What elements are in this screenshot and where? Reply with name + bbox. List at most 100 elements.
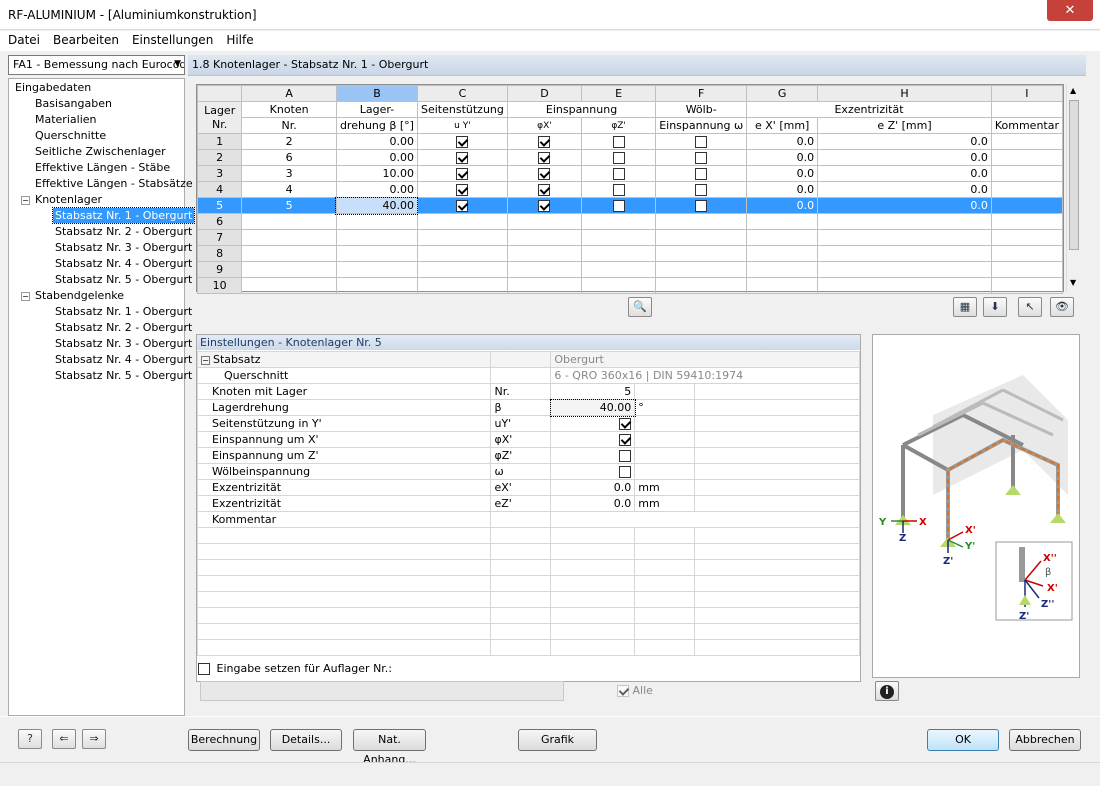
case-select[interactable]: FA1 - Bemessung nach Eurocod ▼ — [8, 55, 185, 75]
drehung-cell[interactable]: 0.00 — [335, 149, 418, 166]
collapse-icon[interactable]: − — [21, 196, 30, 205]
check-cell-c[interactable] — [416, 181, 508, 198]
tree-item-gelenke-5[interactable]: Stabsatz Nr. 5 - Obergurt — [55, 368, 192, 383]
tree-item-basisangaben[interactable]: Basisangaben — [35, 96, 112, 111]
checkbox[interactable] — [695, 200, 708, 212]
help-icon[interactable]: ? — [18, 729, 42, 749]
row-number[interactable]: 3 — [196, 165, 243, 182]
tree-item-zwischenlager[interactable]: Seitliche Zwischenlager — [35, 144, 166, 159]
table-row[interactable]: 5 5 40.00 0.0 0.0 — [196, 196, 1064, 215]
knoten-cell[interactable]: 6 — [241, 149, 337, 166]
drehung-cell[interactable]: 0.00 — [335, 181, 418, 198]
scroll-up-icon[interactable]: ▲ — [1070, 86, 1076, 95]
empty-cell[interactable] — [506, 277, 583, 294]
empty-cell[interactable] — [581, 261, 657, 278]
check-cell-f[interactable] — [655, 181, 748, 198]
check-cell-c[interactable] — [416, 149, 508, 166]
ex-cell[interactable]: 0.0 — [746, 133, 819, 150]
empty-cell[interactable] — [241, 213, 337, 230]
knoten-cell[interactable]: 4 — [241, 181, 337, 198]
settings-row[interactable]: Lagerdrehung β 40.00 ° — [196, 398, 860, 417]
tree-item-knotenlager-2[interactable]: Stabsatz Nr. 2 - Obergurt — [55, 224, 192, 239]
empty-cell[interactable] — [990, 245, 1064, 262]
checkbox[interactable] — [612, 184, 625, 196]
checkbox[interactable] — [538, 200, 551, 212]
settings-row[interactable]: Kommentar — [196, 511, 860, 528]
ez-cell[interactable]: 0.0 — [817, 181, 992, 198]
row-number[interactable]: 1 — [196, 133, 243, 150]
tree-item-gelenke-3[interactable]: Stabsatz Nr. 3 - Obergurt — [55, 336, 192, 351]
settings-row[interactable]: Exzentrizität eX' 0.0 mm — [196, 479, 860, 496]
scroll-down-icon[interactable]: ▼ — [1070, 278, 1076, 287]
table-row[interactable]: 6 — [196, 213, 1064, 230]
filter-zoom-button[interactable]: 🔍 — [628, 297, 652, 317]
col-letter-a[interactable]: A — [241, 85, 337, 102]
row-number[interactable]: 7 — [196, 229, 243, 246]
kommentar-cell[interactable] — [990, 197, 1064, 214]
excel-export-button[interactable]: ▦ — [953, 297, 977, 317]
col-letter-e[interactable]: E — [581, 85, 657, 102]
empty-cell[interactable] — [506, 261, 583, 278]
empty-cell[interactable] — [581, 245, 657, 262]
close-button[interactable]: ✕ — [1047, 0, 1093, 21]
check-cell-d[interactable] — [506, 149, 583, 166]
empty-cell[interactable] — [655, 261, 748, 278]
checkbox[interactable] — [695, 152, 708, 164]
tree-item-gelenke-4[interactable]: Stabsatz Nr. 4 - Obergurt — [55, 352, 192, 367]
alle-checkbox[interactable] — [617, 685, 629, 697]
tree-root[interactable]: Eingabedaten — [15, 80, 91, 95]
setting-check-cell[interactable] — [550, 463, 636, 480]
empty-cell[interactable] — [416, 213, 508, 230]
empty-cell[interactable] — [990, 277, 1064, 294]
tree-item-knotenlager-3[interactable]: Stabsatz Nr. 3 - Obergurt — [55, 240, 192, 255]
tree-item-gelenke-2[interactable]: Stabsatz Nr. 2 - Obergurt — [55, 320, 192, 335]
row-number[interactable]: 8 — [196, 245, 243, 262]
col-letter-d[interactable]: D — [506, 85, 583, 102]
collapse-icon[interactable]: − — [21, 292, 30, 301]
check-cell-f[interactable] — [655, 165, 748, 182]
knoten-cell[interactable]: 3 — [241, 165, 337, 182]
empty-cell[interactable] — [655, 213, 748, 230]
menu-einstellungen[interactable]: Einstellungen — [124, 31, 218, 47]
tree-item-eff-laengen-staebe[interactable]: Effektive Längen - Stäbe — [35, 160, 170, 175]
empty-cell[interactable] — [581, 229, 657, 246]
check-cell-c[interactable] — [416, 197, 508, 214]
table-row[interactable]: 4 4 0.00 0.0 0.0 — [196, 181, 1064, 198]
excel-import-button[interactable]: ⬇ — [983, 297, 1007, 317]
empty-cell[interactable] — [241, 261, 337, 278]
ex-cell[interactable]: 0.0 — [746, 197, 819, 214]
checkbox[interactable] — [456, 200, 469, 212]
details-button[interactable]: Details... — [270, 729, 342, 751]
empty-cell[interactable] — [817, 261, 992, 278]
empty-cell[interactable] — [335, 261, 418, 278]
prev-window-icon[interactable]: ⇐ — [52, 729, 76, 749]
empty-cell[interactable] — [416, 229, 508, 246]
ez-cell[interactable]: 0.0 — [817, 197, 992, 214]
ez-cell[interactable]: 0.0 — [817, 149, 992, 166]
col-letter-b[interactable]: B — [335, 85, 418, 102]
check-cell-f[interactable] — [655, 133, 748, 150]
setting-check-cell[interactable] — [550, 447, 636, 464]
check-cell-e[interactable] — [581, 149, 657, 166]
checkbox[interactable] — [456, 152, 469, 164]
empty-cell[interactable] — [335, 245, 418, 262]
tree-item-eff-laengen-stabsaetze[interactable]: Effektive Längen - Stabsätze — [35, 176, 193, 191]
ex-cell[interactable]: 0.0 — [746, 165, 819, 182]
empty-cell[interactable] — [990, 261, 1064, 278]
empty-cell[interactable] — [506, 229, 583, 246]
empty-cell[interactable] — [506, 245, 583, 262]
empty-cell[interactable] — [990, 213, 1064, 230]
settings-row[interactable]: Wölbeinspannung ω — [196, 463, 860, 480]
setting-value[interactable]: 5 — [550, 383, 636, 400]
empty-cell[interactable] — [746, 245, 819, 262]
tree-item-materialien[interactable]: Materialien — [35, 112, 96, 127]
scrollbar-thumb[interactable] — [1069, 100, 1079, 250]
grid-scrollbar[interactable]: ▲ ▼ — [1066, 84, 1080, 292]
empty-cell[interactable] — [335, 213, 418, 230]
checkbox[interactable] — [456, 168, 469, 180]
ez-cell[interactable]: 0.0 — [817, 133, 992, 150]
checkbox[interactable] — [538, 136, 551, 148]
check-cell-c[interactable] — [416, 133, 508, 150]
empty-cell[interactable] — [241, 277, 337, 294]
menu-bearbeiten[interactable]: Bearbeiten — [45, 31, 124, 47]
